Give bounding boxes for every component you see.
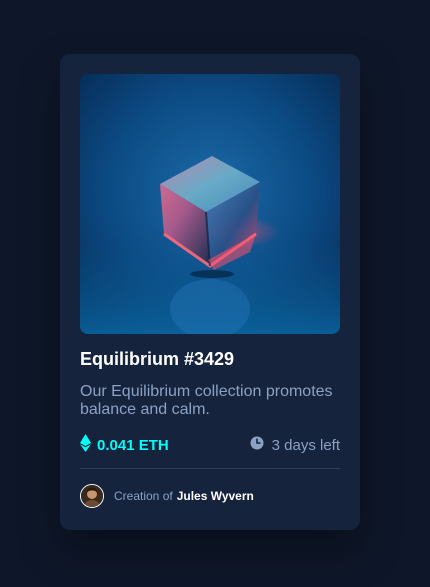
avatar (80, 484, 104, 508)
creator-name-link[interactable]: Jules Wyvern (177, 489, 254, 503)
nft-description: Our Equilibrium collection promotes bala… (80, 383, 333, 418)
creator-prefix: Creation of (114, 489, 173, 503)
nft-meta-row: 0.041 ETH 3 days left (80, 434, 340, 456)
nft-card: Equilibrium #3429 Our Equilibrium collec… (60, 54, 360, 530)
creator-row: Creation of Jules Wyvern (80, 484, 340, 508)
ethereum-icon (80, 434, 97, 456)
time-left-value: 3 days left (271, 436, 340, 454)
nft-image[interactable] (80, 74, 340, 334)
nft-title[interactable]: Equilibrium #3429 (80, 348, 340, 371)
divider (80, 468, 340, 469)
time-left-display: 3 days left (250, 436, 340, 454)
crystal-cube-artwork (80, 74, 340, 334)
clock-icon (250, 436, 272, 454)
price-value: 0.041 ETH (97, 436, 169, 454)
price-display: 0.041 ETH (80, 434, 169, 456)
